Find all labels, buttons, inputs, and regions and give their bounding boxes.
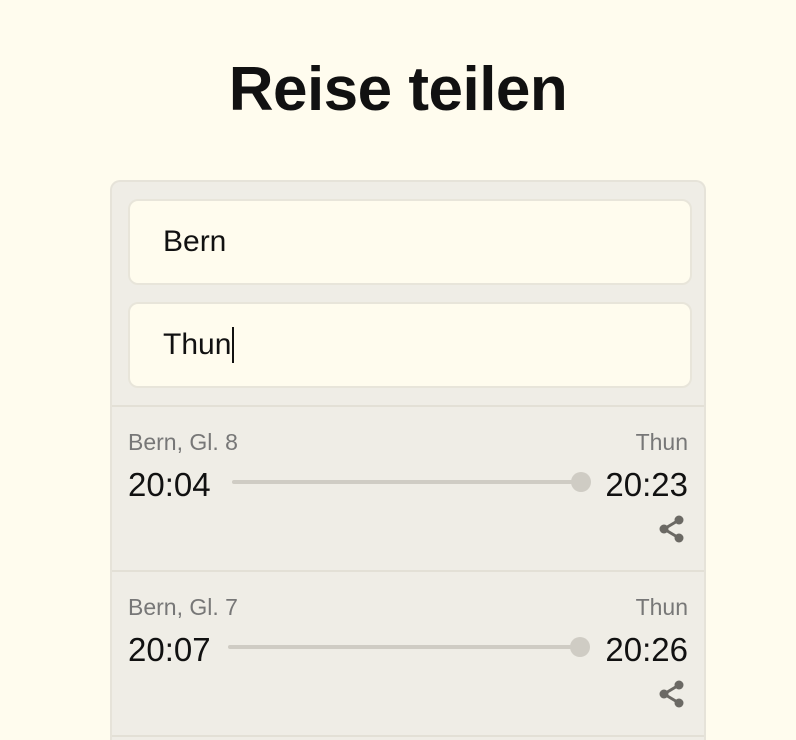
search-area: Bern Thun [112, 182, 704, 407]
arrival-station: Thun [635, 429, 688, 455]
departure-time: 20:07 [128, 631, 211, 668]
departure-time: 20:04 [128, 466, 211, 503]
departure-station: Bern, Gl. 7 [128, 594, 238, 620]
text-caret [232, 327, 235, 363]
journey-end-dot [571, 472, 591, 492]
journey-card: Bern Thun Bern, Gl. 8 Thun 20:04 20:23 B… [110, 180, 706, 740]
connection-item[interactable]: Bern, Gl. 7 Thun 20:07 20:26 [112, 572, 704, 737]
arrival-time: 20:26 [605, 631, 688, 668]
share-icon[interactable] [658, 680, 686, 708]
arrival-station: Thun [635, 594, 688, 620]
from-input[interactable]: Bern [128, 199, 692, 285]
connection-item[interactable]: Bern, Gl. 8 Thun 20:04 20:23 [112, 407, 704, 572]
journey-line [232, 480, 582, 484]
journey-line [228, 645, 582, 649]
to-input[interactable]: Thun [128, 302, 692, 388]
share-icon[interactable] [658, 515, 686, 543]
departure-station: Bern, Gl. 8 [128, 429, 238, 455]
journey-end-dot [570, 637, 590, 657]
from-input-value: Bern [163, 225, 227, 258]
to-input-value: Thun [163, 328, 232, 361]
arrival-time: 20:23 [605, 466, 688, 503]
page-title: Reise teilen [228, 55, 568, 124]
